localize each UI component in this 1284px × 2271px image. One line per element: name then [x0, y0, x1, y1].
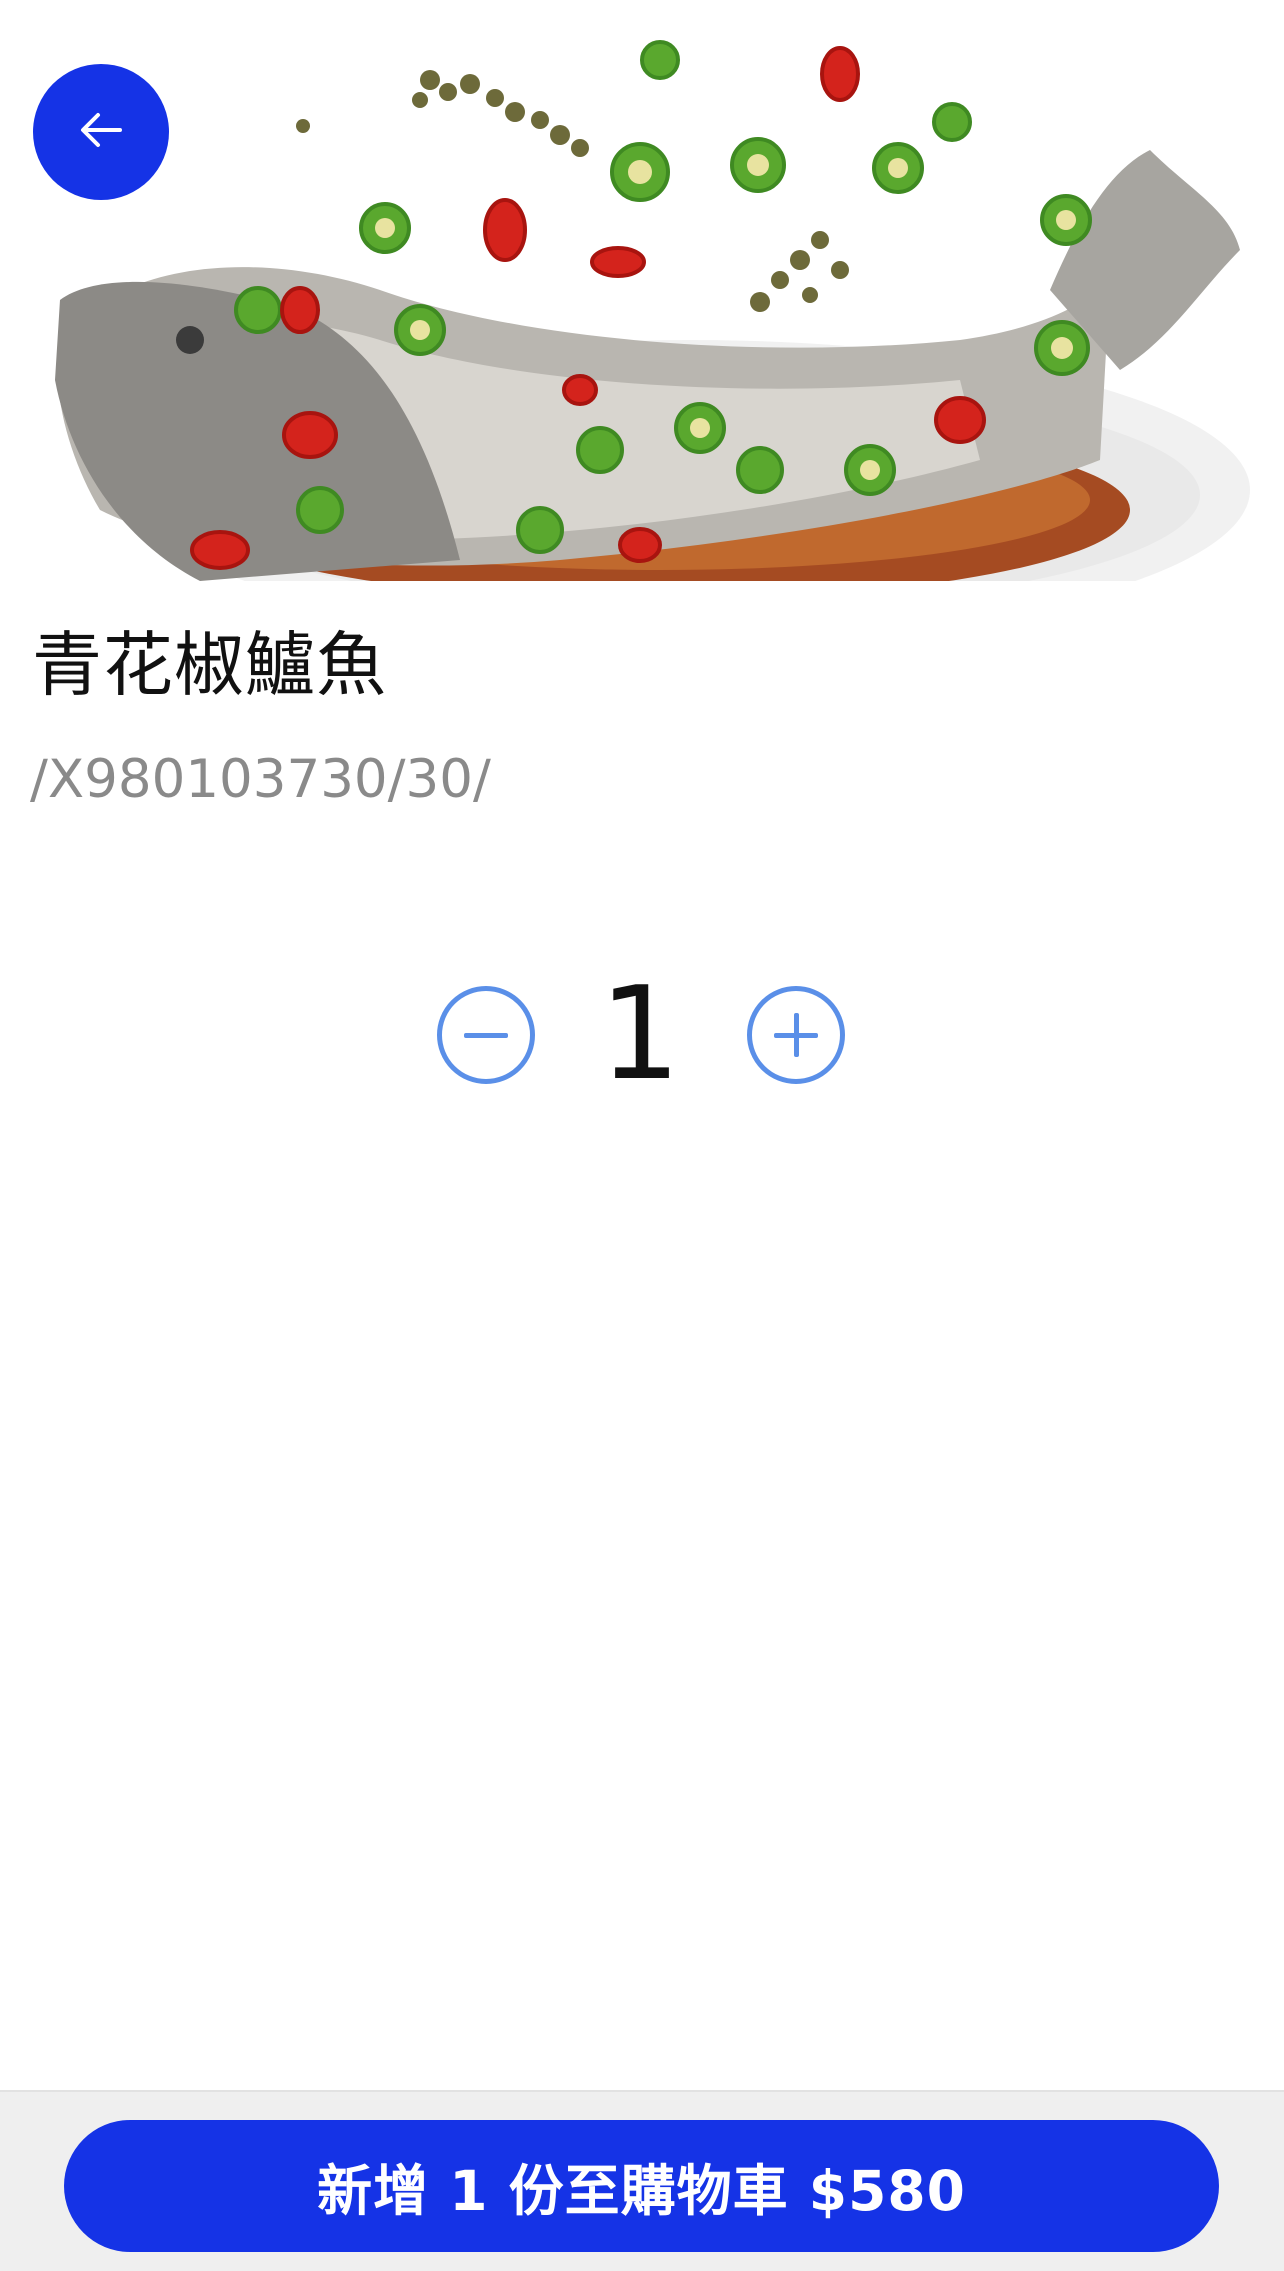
product-title: 青花椒鱸魚 — [32, 624, 387, 706]
quantity-stepper: 1 — [0, 960, 1284, 1110]
footer-bar: 新增 1 份至購物車 $580 — [0, 2090, 1284, 2271]
product-image — [0, 40, 1284, 581]
quantity-value: 1 — [599, 960, 681, 1109]
product-code: /X980103730/30/ — [30, 749, 491, 810]
decrease-quantity-button[interactable] — [437, 986, 535, 1084]
add-to-cart-button[interactable]: 新增 1 份至購物車 $580 — [64, 2120, 1219, 2252]
increase-quantity-button[interactable] — [747, 986, 845, 1084]
back-button[interactable] — [33, 64, 169, 200]
arrow-left-icon — [76, 110, 126, 154]
